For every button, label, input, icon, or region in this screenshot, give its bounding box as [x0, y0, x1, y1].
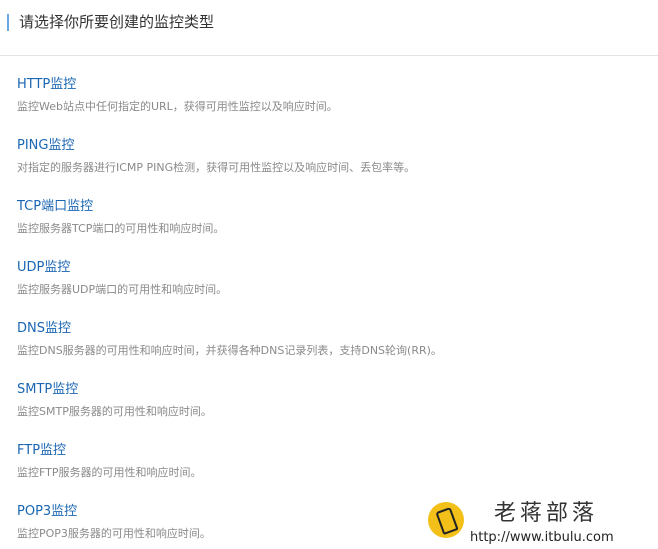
list-item: PING监控 对指定的服务器进行ICMP PING检测，获得可用性监控以及响应时… — [17, 137, 647, 198]
monitor-type-link-tcp[interactable]: TCP端口监控 — [17, 198, 93, 216]
list-item: SMTP监控 监控SMTP服务器的可用性和响应时间。 — [17, 381, 647, 442]
watermark-url: http://www.itbulu.com — [470, 530, 614, 545]
header-accent-bar — [7, 14, 9, 31]
monitor-type-link-ftp[interactable]: FTP监控 — [17, 442, 66, 460]
monitor-type-link-smtp[interactable]: SMTP监控 — [17, 381, 78, 399]
monitor-type-description: 监控服务器UDP端口的可用性和响应时间。 — [17, 283, 228, 296]
list-item: UDP监控 监控服务器UDP端口的可用性和响应时间。 — [17, 259, 647, 320]
monitor-type-link-ping[interactable]: PING监控 — [17, 137, 74, 155]
page-title: 请选择你所要创建的监控类型 — [19, 13, 215, 31]
watermark: 老蒋部落 http://www.itbulu.com — [428, 499, 658, 549]
monitor-type-page: 请选择你所要创建的监控类型 HTTP监控 监控Web站点中任何指定的URL，获得… — [0, 0, 658, 549]
monitor-type-link-udp[interactable]: UDP监控 — [17, 259, 70, 277]
list-item: DNS监控 监控DNS服务器的可用性和响应时间，并获得各种DNS记录列表，支持D… — [17, 320, 647, 381]
pencil-icon — [435, 506, 459, 536]
monitor-type-description: 监控FTP服务器的可用性和响应时间。 — [17, 466, 202, 479]
list-item: FTP监控 监控FTP服务器的可用性和响应时间。 — [17, 442, 647, 503]
monitor-type-link-dns[interactable]: DNS监控 — [17, 320, 71, 338]
monitor-type-description: 对指定的服务器进行ICMP PING检测，获得可用性监控以及响应时间、丢包率等。 — [17, 161, 416, 174]
list-item: TCP端口监控 监控服务器TCP端口的可用性和响应时间。 — [17, 198, 647, 259]
monitor-type-link-http[interactable]: HTTP监控 — [17, 76, 76, 94]
page-header: 请选择你所要创建的监控类型 — [0, 0, 658, 56]
monitor-type-description: 监控SMTP服务器的可用性和响应时间。 — [17, 405, 212, 418]
watermark-name: 老蒋部落 — [494, 501, 599, 526]
monitor-type-description: 监控DNS服务器的可用性和响应时间，并获得各种DNS记录列表，支持DNS轮询(R… — [17, 344, 442, 357]
monitor-type-description: 监控服务器TCP端口的可用性和响应时间。 — [17, 222, 225, 235]
monitor-type-description: 监控Web站点中任何指定的URL，获得可用性监控以及响应时间。 — [17, 100, 338, 113]
pencil-logo-icon — [428, 502, 464, 538]
list-item: HTTP监控 监控Web站点中任何指定的URL，获得可用性监控以及响应时间。 — [17, 76, 647, 137]
monitor-type-list: HTTP监控 监控Web站点中任何指定的URL，获得可用性监控以及响应时间。 P… — [17, 76, 647, 549]
monitor-type-link-pop3[interactable]: POP3监控 — [17, 503, 77, 521]
monitor-type-description: 监控POP3服务器的可用性和响应时间。 — [17, 527, 211, 540]
